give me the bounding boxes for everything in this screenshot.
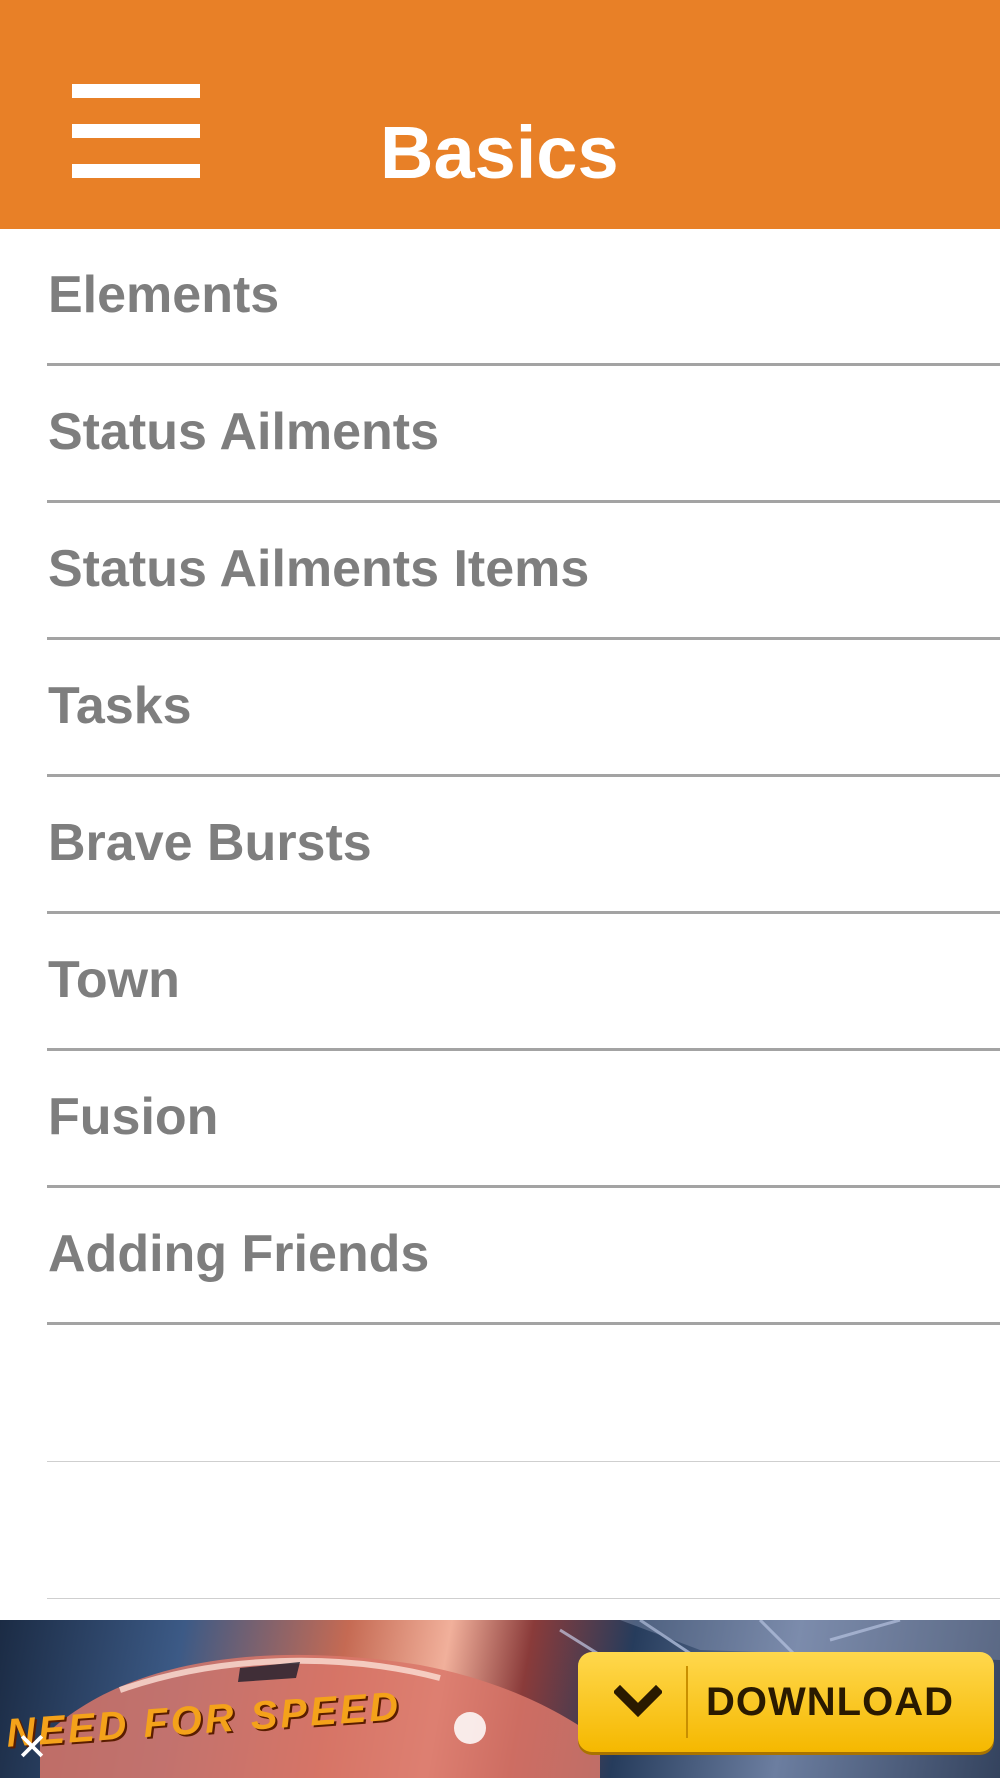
list-item-status-ailments-items[interactable]: Status Ailments Items	[0, 503, 1000, 640]
list-item-label: Adding Friends	[48, 1225, 430, 1283]
list-item-adding-friends[interactable]: Adding Friends	[0, 1188, 1000, 1325]
app-header: Basics	[0, 0, 1000, 229]
basics-list: Elements Status Ailments Status Ailments…	[0, 229, 1000, 1599]
list-item-label: Town	[48, 951, 180, 1009]
list-item-elements[interactable]: Elements	[0, 229, 1000, 366]
list-item-label: Status Ailments Items	[48, 540, 590, 598]
empty-row	[0, 1325, 1000, 1462]
list-item-tasks[interactable]: Tasks	[0, 640, 1000, 777]
menu-bar-top	[72, 84, 200, 98]
list-item-label: Brave Bursts	[48, 814, 372, 872]
download-button[interactable]: DOWNLOAD	[578, 1652, 994, 1752]
button-divider	[686, 1666, 688, 1738]
menu-bar-bottom	[72, 164, 200, 178]
chevron-down-icon	[614, 1684, 662, 1718]
list-item-fusion[interactable]: Fusion	[0, 1051, 1000, 1188]
list-item-label: Status Ailments	[48, 403, 440, 461]
download-label: DOWNLOAD	[706, 1680, 954, 1724]
ad-banner[interactable]: NEED FOR SPEED ✕ DOWNLOAD	[0, 1620, 1000, 1778]
list-item-label: Fusion	[48, 1088, 219, 1146]
list-item-brave-bursts[interactable]: Brave Bursts	[0, 777, 1000, 914]
menu-bar-middle	[72, 124, 200, 138]
list-item-label: Tasks	[48, 677, 192, 735]
hamburger-menu-icon[interactable]	[60, 75, 200, 185]
list-item-label: Elements	[48, 266, 280, 324]
close-icon[interactable]: ✕	[12, 1728, 52, 1768]
empty-row	[0, 1462, 1000, 1599]
list-item-town[interactable]: Town	[0, 914, 1000, 1051]
list-item-status-ailments[interactable]: Status Ailments	[0, 366, 1000, 503]
page-title: Basics	[380, 111, 619, 194]
